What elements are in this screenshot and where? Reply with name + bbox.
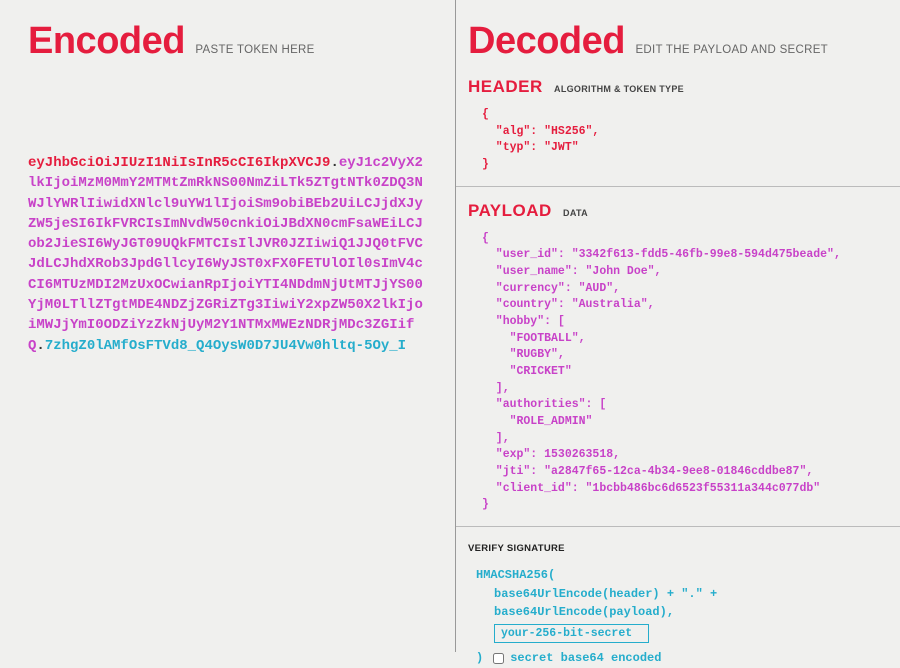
header-json[interactable]: { "alg": "HS256", "typ": "JWT" }	[468, 107, 890, 174]
payload-json[interactable]: { "user_id": "3342f613-fdd5-46fb-99e8-59…	[468, 231, 890, 514]
sig-line-1: base64UrlEncode(header) + "." +	[476, 585, 890, 604]
sig-line-2: base64UrlEncode(payload),	[476, 603, 890, 622]
jwt-token-area[interactable]: eyJhbGciOiJIUzI1NiIsInR5cCI6IkpXVCJ9.eyJ…	[28, 153, 427, 356]
decoded-pane: Decoded EDIT THE PAYLOAD AND SECRET HEAD…	[455, 0, 900, 652]
payload-section-label: PAYLOAD	[468, 201, 552, 220]
decoded-hint: EDIT THE PAYLOAD AND SECRET	[635, 44, 828, 56]
verify-signature-title: VERIFY SIGNATURE	[468, 543, 890, 554]
payload-section-sub: DATA	[563, 208, 588, 218]
sig-fn-open: HMACSHA256(	[476, 566, 890, 585]
separator	[456, 186, 900, 187]
header-section-title: HEADER ALGORITHM & TOKEN TYPE	[468, 77, 890, 97]
header-section-label: HEADER	[468, 77, 543, 96]
jwt-dot: .	[36, 338, 44, 354]
jwt-dot: .	[330, 155, 338, 171]
jwt-debugger: Encoded PASTE TOKEN HERE eyJhbGciOiJIUzI…	[0, 0, 900, 652]
secret-base64-checkbox[interactable]	[493, 653, 504, 664]
header-section-sub: ALGORITHM & TOKEN TYPE	[554, 84, 684, 94]
separator	[456, 526, 900, 527]
encoded-pane: Encoded PASTE TOKEN HERE eyJhbGciOiJIUzI…	[0, 0, 455, 652]
encoded-title: Encoded	[28, 20, 185, 63]
jwt-header-segment: eyJhbGciOiJIUzI1NiIsInR5cCI6IkpXVCJ9	[28, 155, 330, 171]
secret-input[interactable]	[494, 624, 649, 643]
payload-section-title: PAYLOAD DATA	[468, 201, 890, 221]
signature-code: HMACSHA256( base64UrlEncode(header) + ".…	[468, 566, 890, 667]
jwt-signature-segment: 7zhgZ0lAMfOsFTVd8_Q4OysW0D7JU4Vw0hltq-5O…	[45, 338, 406, 354]
jwt-payload-segment: eyJ1c2VyX2lkIjoiMzM0MmY2MTMtZmRkNS00NmZi…	[28, 155, 423, 354]
encoded-hint: PASTE TOKEN HERE	[195, 44, 314, 56]
decoded-title: Decoded	[468, 20, 625, 63]
